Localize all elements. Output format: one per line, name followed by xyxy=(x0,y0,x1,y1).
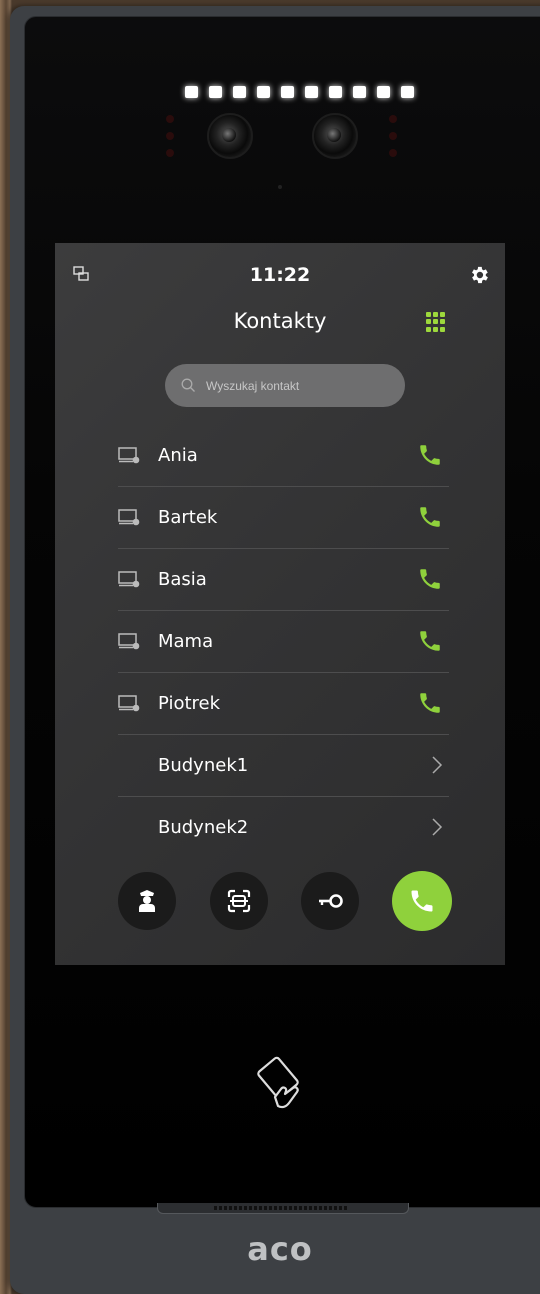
monitor-icon xyxy=(118,695,140,712)
key-icon xyxy=(319,894,343,908)
monitor-icon xyxy=(118,447,140,464)
call-button[interactable] xyxy=(392,871,452,931)
search-placeholder: Wyszukaj kontakt xyxy=(206,378,300,393)
dialpad-icon[interactable] xyxy=(426,312,446,332)
qr-scan-button[interactable] xyxy=(210,872,268,930)
group-name: Budynek1 xyxy=(158,755,249,776)
action-bar xyxy=(118,871,453,931)
camera-lens-left xyxy=(207,113,253,159)
contact-name: Piotrek xyxy=(158,693,221,714)
camera-lens-right xyxy=(312,113,358,159)
contact-row[interactable]: Piotrek xyxy=(118,673,449,735)
monitor-icon xyxy=(118,571,140,588)
concierge-icon xyxy=(139,890,155,912)
qr-scan-icon xyxy=(227,889,251,913)
call-icon xyxy=(411,890,433,912)
gear-icon[interactable] xyxy=(468,264,490,286)
led-strip xyxy=(185,86,414,98)
search-icon xyxy=(181,378,195,392)
contact-row[interactable]: Bartek xyxy=(118,487,449,549)
call-icon[interactable] xyxy=(417,504,443,530)
contact-name: Ania xyxy=(158,445,198,466)
chevron-right-icon xyxy=(432,756,443,774)
concierge-button[interactable] xyxy=(118,872,176,930)
monitor-icon xyxy=(118,509,140,526)
contact-row[interactable]: Ania xyxy=(118,425,449,487)
microphone-hole xyxy=(278,185,282,189)
group-name: Budynek2 xyxy=(158,817,249,838)
contact-name: Mama xyxy=(158,631,214,652)
ir-led xyxy=(166,132,174,140)
touch-screen: 11:22 Kontakty Wyszukaj kontakt Ania Bar… xyxy=(55,243,505,965)
ir-led xyxy=(389,149,397,157)
brand-logo: aco xyxy=(247,1230,313,1268)
ir-led xyxy=(166,149,174,157)
speaker-grille xyxy=(214,1206,348,1210)
contact-list: Ania Bartek Basia Mama Piotrek Budynek1 xyxy=(118,425,449,858)
ir-led xyxy=(389,132,397,140)
call-icon[interactable] xyxy=(417,442,443,468)
call-icon[interactable] xyxy=(417,566,443,592)
ir-led xyxy=(166,115,174,123)
call-icon[interactable] xyxy=(417,690,443,716)
contact-name: Bartek xyxy=(158,507,218,528)
clock: 11:22 xyxy=(249,264,311,286)
group-row[interactable]: Budynek1 xyxy=(118,735,449,797)
ir-led xyxy=(389,115,397,123)
search-input[interactable]: Wyszukaj kontakt xyxy=(165,364,405,407)
call-icon[interactable] xyxy=(417,628,443,654)
rfid-card-icon xyxy=(257,1056,299,1109)
key-button[interactable] xyxy=(301,872,359,930)
contact-name: Basia xyxy=(158,569,207,590)
group-row[interactable]: Budynek2 xyxy=(118,797,449,858)
contact-row[interactable]: Mama xyxy=(118,611,449,673)
chevron-right-icon xyxy=(432,818,443,836)
monitor-icon xyxy=(118,633,140,650)
contact-row[interactable]: Basia xyxy=(118,549,449,611)
